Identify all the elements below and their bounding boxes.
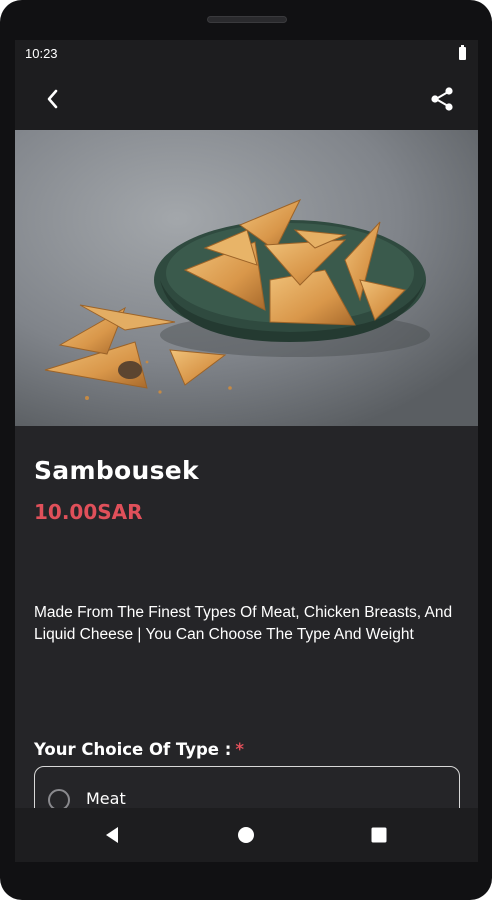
option-label: Meat (86, 789, 126, 808)
choice-type-label: Your Choice Of Type : * (34, 740, 244, 759)
product-description: Made From The Finest Types Of Meat, Chic… (34, 604, 453, 643)
chevron-left-icon (47, 89, 58, 109)
app-screen: 10:23 Sambousek 10.00SAR Made From The F… (15, 40, 478, 862)
product-image (15, 130, 478, 426)
phone-frame: 10:23 Sambousek 10.00SAR Made From The F… (0, 0, 492, 900)
app-bar (15, 68, 478, 130)
status-time: 10:23 (25, 46, 58, 61)
choice-type-label-text: Your Choice Of Type : (34, 740, 232, 759)
system-nav-bar (15, 808, 478, 862)
product-price: 10.00SAR (34, 500, 143, 524)
battery-icon (459, 45, 466, 60)
share-button[interactable] (422, 79, 462, 119)
triangle-back-icon (106, 827, 118, 843)
status-bar: 10:23 (15, 40, 478, 68)
share-icon (431, 87, 453, 111)
circle-home-icon (238, 827, 254, 843)
product-name: Sambousek (34, 456, 199, 485)
nav-home-button[interactable] (233, 822, 259, 848)
sambousek-photo (15, 130, 478, 426)
earpiece-speaker (207, 16, 287, 23)
back-button[interactable] (33, 79, 73, 119)
required-marker: * (235, 740, 244, 759)
square-recents-icon (371, 827, 387, 843)
nav-recents-button[interactable] (366, 822, 392, 848)
nav-back-button[interactable] (99, 822, 125, 848)
